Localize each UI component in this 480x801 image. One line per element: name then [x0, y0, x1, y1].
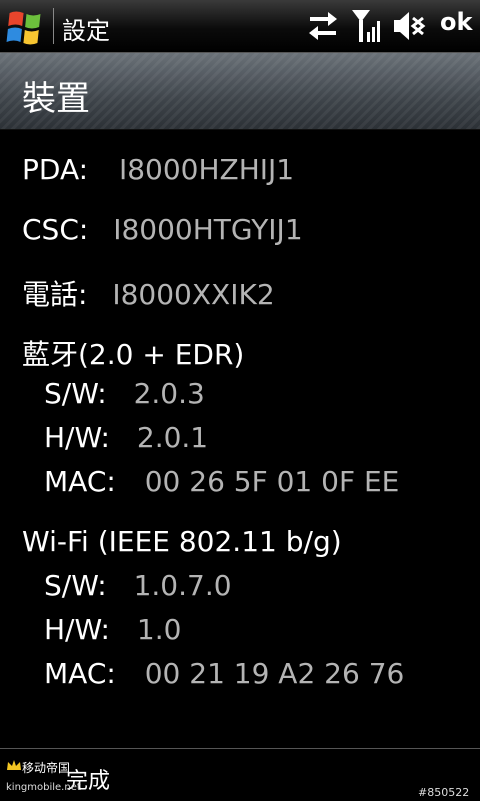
watermark-id: #850522 — [418, 786, 470, 799]
wifi-hw-label: H/W: — [44, 613, 110, 646]
bluetooth-mac-row: MAC: 00 26 5F 01 0F EE — [44, 465, 399, 498]
speaker-muted-icon[interactable] — [392, 8, 428, 44]
bluetooth-sw-row: S/W: 2.0.3 — [44, 377, 205, 410]
wifi-hw-value: 1.0 — [136, 613, 182, 646]
bluetooth-sw-label: S/W: — [44, 377, 107, 410]
signal-strength-icon[interactable] — [350, 8, 384, 44]
wifi-mac-value: 00 21 19 A2 26 76 — [144, 657, 405, 690]
wifi-mac-label: MAC: — [44, 657, 116, 690]
app-title: 設定 — [62, 17, 110, 45]
page-header: 裝置 — [0, 53, 480, 130]
wifi-title: Wi-Fi (IEEE 802.11 b/g) — [22, 525, 342, 558]
softkey-bar: 移动帝国 完成 kingmobile.net #850522 — [0, 748, 480, 801]
wifi-mac-row: MAC: 00 21 19 A2 26 76 — [44, 657, 404, 690]
wifi-sw-label: S/W: — [44, 569, 107, 602]
bluetooth-hw-label: H/W: — [44, 421, 110, 454]
windows-start-icon — [6, 11, 41, 45]
phone-value: I8000XXIK2 — [112, 278, 275, 311]
wifi-sw-value: 1.0.7.0 — [133, 569, 232, 602]
bluetooth-sw-value: 2.0.3 — [133, 377, 205, 410]
phone-label: 電話: — [22, 278, 88, 311]
watermark-url: kingmobile.net — [6, 782, 81, 793]
pda-value: I8000HZHIJ1 — [118, 153, 295, 186]
watermark-logo: 移动帝国 — [6, 759, 70, 776]
bluetooth-hw-value: 2.0.1 — [136, 421, 209, 454]
watermark-text: 移动帝国 — [22, 761, 71, 775]
phone-row: 電話: I8000XXIK2 — [22, 273, 275, 313]
csc-row: CSC: I8000HTGYIJ1 — [22, 213, 303, 246]
bluetooth-mac-label: MAC: — [44, 465, 116, 498]
pda-row: PDA: I8000HZHIJ1 — [22, 153, 294, 186]
ok-button[interactable]: ok — [440, 8, 472, 36]
wifi-sw-row: S/W: 1.0.7.0 — [44, 569, 232, 602]
csc-label: CSC: — [22, 213, 89, 246]
wifi-hw-row: H/W: 1.0 — [44, 613, 181, 646]
bluetooth-mac-value: 00 26 5F 01 0F EE — [144, 465, 400, 498]
csc-value: I8000HTGYIJ1 — [113, 213, 303, 246]
start-button[interactable] — [0, 4, 54, 48]
data-transfer-icon[interactable] — [306, 8, 340, 44]
crown-icon — [7, 760, 21, 770]
pda-label: PDA: — [22, 153, 89, 186]
title-bar: 設定 ok — [0, 0, 480, 53]
bluetooth-hw-row: H/W: 2.0.1 — [44, 421, 208, 454]
title-separator — [53, 8, 54, 44]
page-title: 裝置 — [22, 79, 90, 119]
bluetooth-title: 藍牙(2.0 + EDR) — [22, 338, 245, 371]
